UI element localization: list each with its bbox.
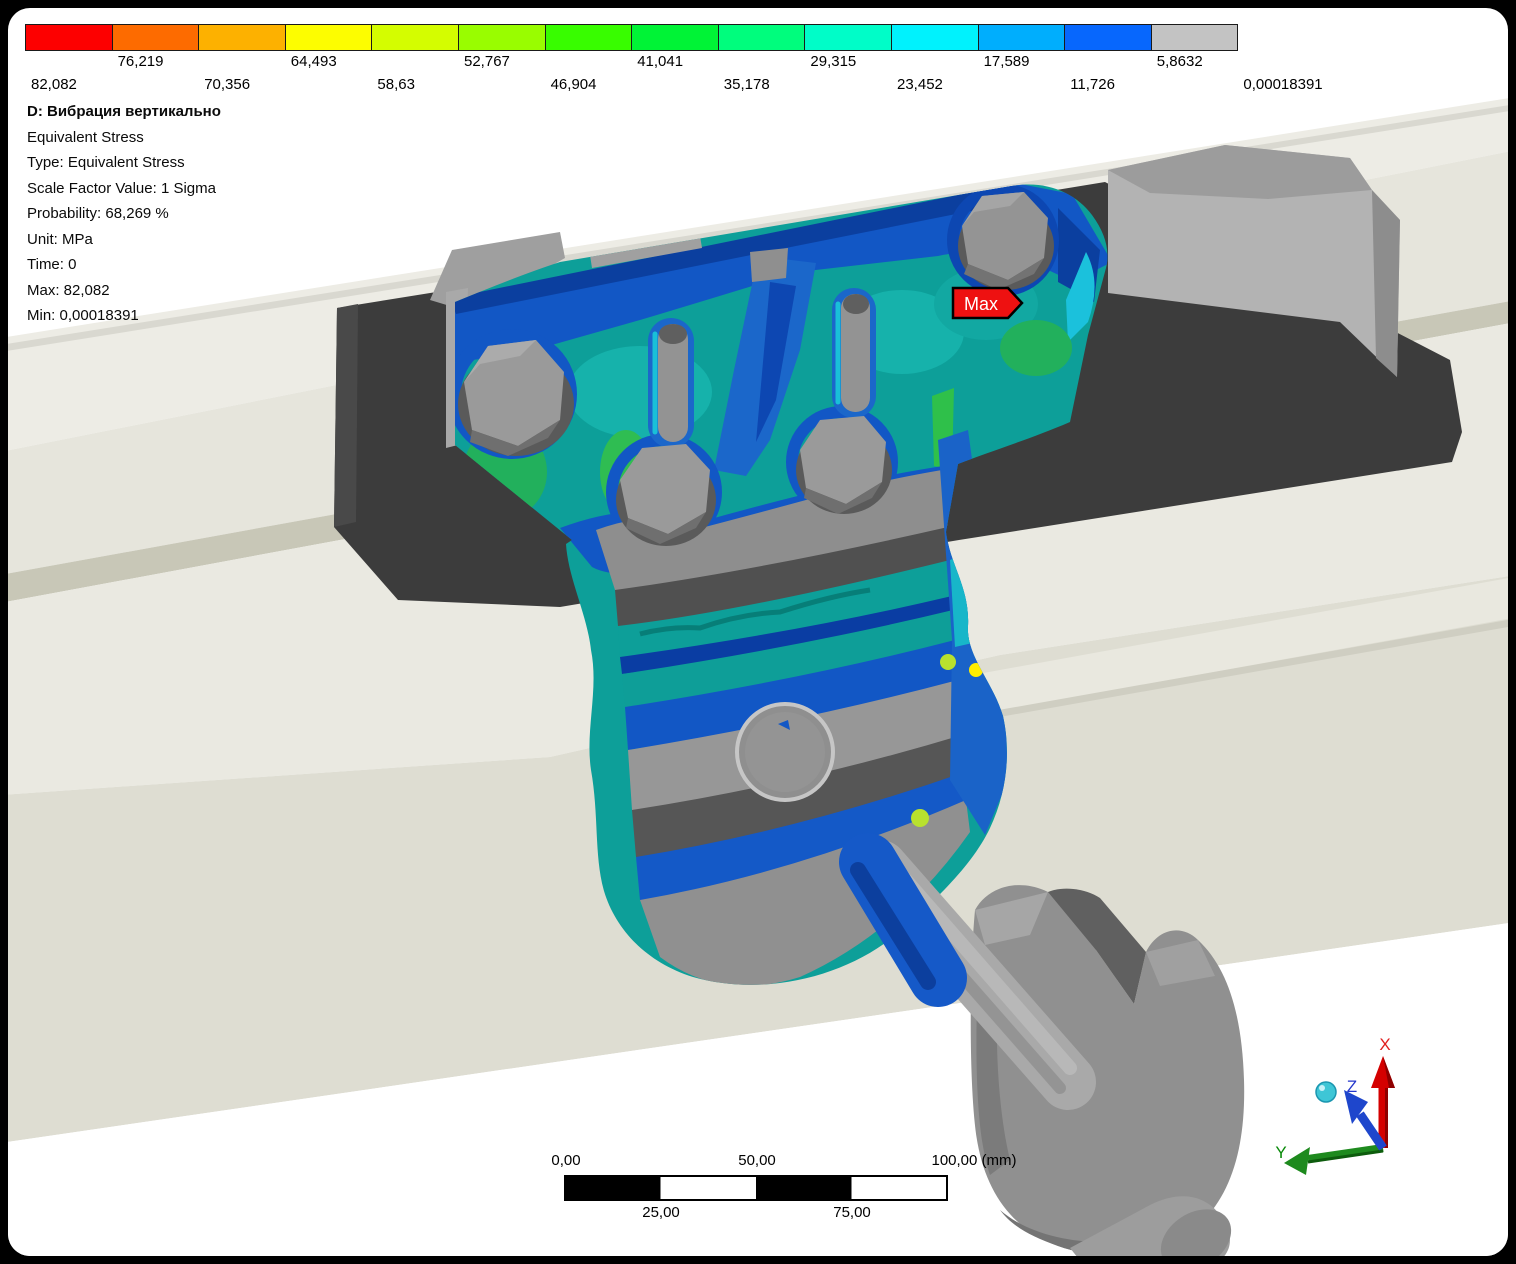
axis-x-label: X — [1379, 1035, 1390, 1054]
legend-segment — [631, 24, 719, 51]
legend-segment — [284, 24, 373, 51]
scale-ruler — [564, 1175, 948, 1201]
legend-boundary-value: 64,493 — [290, 53, 337, 70]
result-info-line: Scale Factor Value: 1 Sigma — [27, 179, 216, 197]
legend-boundary-value: 82,082 — [31, 76, 77, 93]
legend-segment — [1150, 24, 1239, 51]
legend-boundary-value: 41,041 — [637, 53, 684, 70]
legend-boundary-value: 70,356 — [204, 76, 251, 93]
slot-hole — [832, 288, 876, 418]
result-info-line: Time: 0 — [27, 256, 77, 273]
legend-segment — [977, 24, 1066, 51]
result-info-line: Min: 0,00018391 — [27, 307, 139, 324]
ruler-label: 75,00 — [833, 1204, 871, 1221]
legend-segment — [544, 24, 633, 51]
result-info-line: Type: Equivalent Stress — [27, 154, 185, 171]
origin-sphere-icon — [1315, 1081, 1337, 1103]
screenshot-frame: Max X Y Z 82,082 76,219 70,356 64,493 58,6 — [0, 0, 1516, 1264]
legend-boundary-value: 35,178 — [723, 76, 770, 93]
result-info-line: Max: 82,082 — [27, 281, 110, 299]
result-viewport: Max X Y Z 82,082 76,219 70,356 64,493 58,6 — [8, 8, 1508, 1256]
legend-segment — [1064, 24, 1152, 51]
legend-boundary-value: 58,63 — [377, 76, 415, 93]
legend-boundary-value: 23,452 — [897, 76, 943, 93]
legend-segment — [804, 24, 892, 51]
legend-boundary-value: 52,767 — [464, 53, 510, 70]
ruler-label: 0,00 — [551, 1152, 581, 1169]
slot-hole — [648, 318, 694, 448]
legend-segment — [891, 24, 979, 51]
svg-text:Max: Max — [964, 294, 998, 314]
legend-segment — [25, 24, 113, 51]
result-title: D: Вибрация вертикально — [27, 103, 221, 120]
ruler-label: 100,00 (mm) — [931, 1152, 1017, 1169]
legend-boundary-value: 0,00018391 — [1243, 76, 1323, 93]
legend-boundary-value: 76,219 — [117, 53, 164, 70]
legend-segment — [198, 24, 286, 51]
axis-y-label: Y — [1275, 1143, 1286, 1162]
legend-boundary-value: 11,726 — [1070, 76, 1115, 93]
clamp-boss — [735, 702, 835, 802]
axis-z-label: Z — [1347, 1077, 1357, 1096]
legend-segment — [371, 24, 459, 51]
legend-boundary-value: 29,315 — [810, 53, 857, 70]
legend-boundary-value: 5,8632 — [1156, 53, 1203, 70]
result-info-line: Probability: 68,269 % — [27, 205, 169, 222]
legend-boundary-value: 17,589 — [983, 53, 1030, 70]
legend-segment — [717, 24, 806, 51]
legend-segment — [111, 24, 200, 51]
result-info-line: Equivalent Stress — [27, 128, 144, 146]
ruler-label: 50,00 — [738, 1152, 776, 1169]
result-info-panel: D: Вибрация вертикально Equivalent Stres… — [27, 99, 221, 329]
max-annotation: Max — [951, 286, 1024, 320]
ruler-label: 25,00 — [642, 1204, 680, 1221]
legend-boundary-value: 46,904 — [550, 76, 597, 93]
legend-segment — [458, 24, 546, 51]
result-info-line: Unit: MPa — [27, 230, 93, 248]
viewport-3d[interactable]: Max X Y Z — [8, 8, 1508, 1256]
